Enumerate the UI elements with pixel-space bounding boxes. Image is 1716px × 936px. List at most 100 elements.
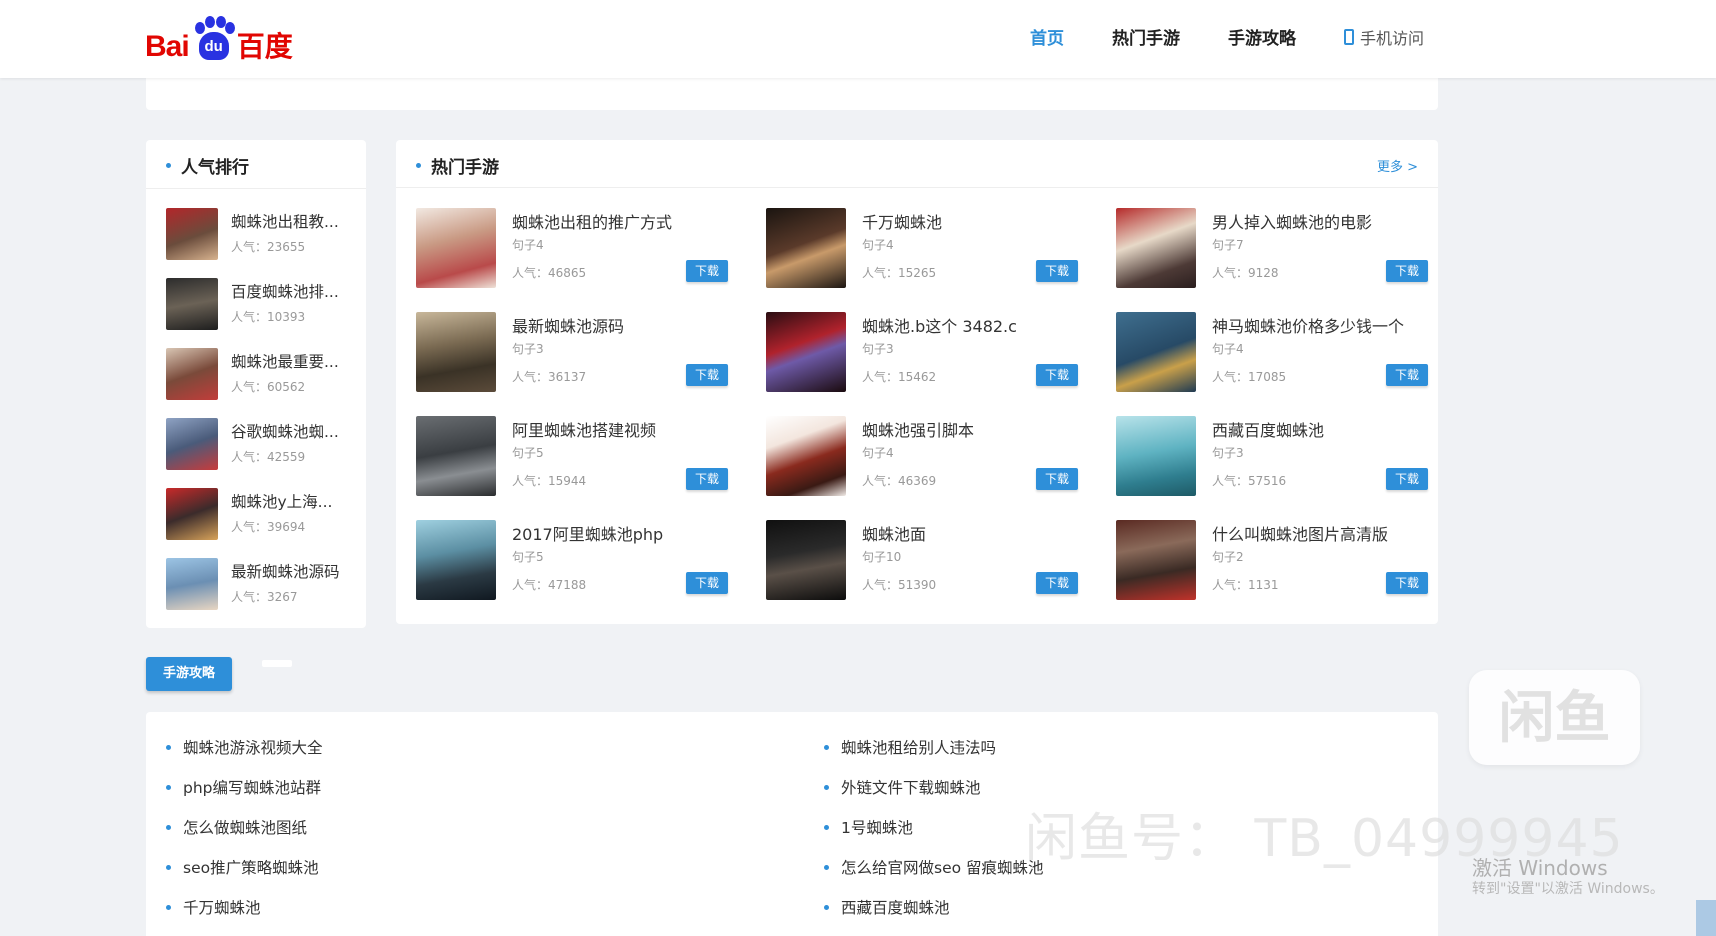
game-poster[interactable] <box>416 416 496 496</box>
nav-hot-games[interactable]: 热门手游 <box>1112 24 1180 49</box>
download-button[interactable]: 下载 <box>1386 364 1428 386</box>
game-poster[interactable] <box>1116 208 1196 288</box>
game-card[interactable]: 阿里蜘蛛池搭建视频 句子5 人气：15944 下载 <box>416 416 736 498</box>
game-title[interactable]: 神马蜘蛛池价格多少钱一个 <box>1212 313 1404 337</box>
download-button[interactable]: 下载 <box>1036 572 1078 594</box>
nav-home[interactable]: 首页 <box>1030 24 1064 49</box>
guide-link-text[interactable]: 千万蜘蛛池 <box>183 896 261 918</box>
guide-link[interactable]: 怎么做蜘蛛池图纸 <box>166 816 307 838</box>
game-card[interactable]: 2017阿里蜘蛛池php 句子5 人气：47188 下载 <box>416 520 736 602</box>
game-title[interactable]: 阿里蜘蛛池搭建视频 <box>512 417 656 441</box>
game-title[interactable]: 什么叫蜘蛛池图片高清版 <box>1212 521 1388 545</box>
download-button[interactable]: 下载 <box>1386 572 1428 594</box>
guide-link-text[interactable]: seo推广策略蜘蛛池 <box>183 856 319 878</box>
taskbar-corner <box>1696 900 1716 936</box>
game-guides-tab[interactable]: 手游攻略 <box>146 657 232 691</box>
ranking-item-title[interactable]: 蜘蛛池y上海... <box>231 490 351 512</box>
game-title[interactable]: 最新蜘蛛池源码 <box>512 313 624 337</box>
guide-link[interactable]: 怎么给官网做seo 留痕蜘蛛池 <box>824 856 1044 878</box>
ranking-item-title[interactable]: 蜘蛛池出租教... <box>231 210 351 232</box>
guide-link-text[interactable]: 怎么做蜘蛛池图纸 <box>183 816 307 838</box>
guide-link-text[interactable]: 1号蜘蛛池 <box>841 816 913 838</box>
game-card[interactable]: 男人掉入蜘蛛池的电影 句子7 人气：9128 下载 <box>1116 208 1436 290</box>
game-poster[interactable] <box>416 520 496 600</box>
game-title[interactable]: 千万蜘蛛池 <box>862 209 942 233</box>
guide-link[interactable]: seo推广策略蜘蛛池 <box>166 856 319 878</box>
ranking-item-title[interactable]: 谷歌蜘蛛池蜘... <box>231 420 351 442</box>
game-title[interactable]: 西藏百度蜘蛛池 <box>1212 417 1324 441</box>
ranking-item[interactable]: 蜘蛛池出租教... 人气：23655 <box>166 208 361 262</box>
guide-link[interactable]: 西藏百度蜘蛛池 <box>824 896 950 918</box>
guide-link[interactable]: 蜘蛛池租给别人违法吗 <box>824 736 996 758</box>
game-title[interactable]: 蜘蛛池强引脚本 <box>862 417 974 441</box>
ranking-thumbnail[interactable] <box>166 488 218 540</box>
ranking-item[interactable]: 最新蜘蛛池源码 人气：3267 <box>166 558 361 612</box>
guide-link-text[interactable]: 外链文件下载蜘蛛池 <box>841 776 981 798</box>
guide-link-text[interactable]: php编写蜘蛛池站群 <box>183 776 321 798</box>
download-button[interactable]: 下载 <box>1386 260 1428 282</box>
game-poster[interactable] <box>1116 416 1196 496</box>
hot-games-title: 热门手游 <box>416 153 499 178</box>
game-card[interactable]: 蜘蛛池.b这个 3482.c 句子3 人气：15462 下载 <box>766 312 1086 394</box>
guide-link[interactable]: php编写蜘蛛池站群 <box>166 776 321 798</box>
ranking-item-title[interactable]: 百度蜘蛛池排... <box>231 280 351 302</box>
ranking-thumbnail[interactable] <box>166 558 218 610</box>
game-poster[interactable] <box>416 312 496 392</box>
game-card[interactable]: 千万蜘蛛池 句子4 人气：15265 下载 <box>766 208 1086 290</box>
guide-link[interactable]: 蜘蛛池游泳视频大全 <box>166 736 323 758</box>
download-button[interactable]: 下载 <box>686 260 728 282</box>
ranking-thumbnail[interactable] <box>166 418 218 470</box>
game-subtitle: 句子5 <box>512 446 544 460</box>
ranking-item[interactable]: 蜘蛛池y上海... 人气：39694 <box>166 488 361 542</box>
nav-game-guides[interactable]: 手游攻略 <box>1228 24 1296 49</box>
guide-link[interactable]: 千万蜘蛛池 <box>166 896 261 918</box>
download-button[interactable]: 下载 <box>1036 468 1078 490</box>
ranking-item-popularity: 人气：39694 <box>231 520 306 534</box>
game-poster[interactable] <box>1116 520 1196 600</box>
bullet-icon <box>166 163 171 168</box>
game-poster[interactable] <box>766 416 846 496</box>
game-title[interactable]: 2017阿里蜘蛛池php <box>512 521 663 545</box>
ranking-item[interactable]: 蜘蛛池最重要... 人气：60562 <box>166 348 361 402</box>
guide-link[interactable]: 1号蜘蛛池 <box>824 816 913 838</box>
guide-link-text[interactable]: 怎么给官网做seo 留痕蜘蛛池 <box>841 856 1044 878</box>
game-poster[interactable] <box>766 520 846 600</box>
guide-link-text[interactable]: 蜘蛛池租给别人违法吗 <box>841 736 996 758</box>
ranking-item-title[interactable]: 蜘蛛池最重要... <box>231 350 351 372</box>
game-card[interactable]: 最新蜘蛛池源码 句子3 人气：36137 下载 <box>416 312 736 394</box>
game-poster[interactable] <box>1116 312 1196 392</box>
ranking-thumbnail[interactable] <box>166 278 218 330</box>
download-button[interactable]: 下载 <box>686 572 728 594</box>
guide-link[interactable]: 外链文件下载蜘蛛池 <box>824 776 981 798</box>
game-card[interactable]: 西藏百度蜘蛛池 句子3 人气：57516 下载 <box>1116 416 1436 498</box>
download-button[interactable]: 下载 <box>686 364 728 386</box>
download-button[interactable]: 下载 <box>1036 260 1078 282</box>
game-title[interactable]: 蜘蛛池面 <box>862 521 926 545</box>
ranking-thumbnail[interactable] <box>166 348 218 400</box>
game-poster[interactable] <box>766 312 846 392</box>
ranking-item-title[interactable]: 最新蜘蛛池源码 <box>231 560 351 582</box>
ranking-item-popularity: 人气：3267 <box>231 590 298 604</box>
game-card[interactable]: 神马蜘蛛池价格多少钱一个 句子4 人气：17085 下载 <box>1116 312 1436 394</box>
game-title[interactable]: 蜘蛛池出租的推广方式 <box>512 209 672 233</box>
game-card[interactable]: 蜘蛛池面 句子10 人气：51390 下载 <box>766 520 1086 602</box>
game-card[interactable]: 蜘蛛池出租的推广方式 句子4 人气：46865 下载 <box>416 208 736 290</box>
game-title[interactable]: 男人掉入蜘蛛池的电影 <box>1212 209 1372 233</box>
ranking-item[interactable]: 百度蜘蛛池排... 人气：10393 <box>166 278 361 332</box>
game-poster[interactable] <box>766 208 846 288</box>
ranking-item[interactable]: 谷歌蜘蛛池蜘... 人气：42559 <box>166 418 361 472</box>
guide-link-text[interactable]: 蜘蛛池游泳视频大全 <box>183 736 323 758</box>
mobile-access-link[interactable]: 手机访问 <box>1344 25 1424 49</box>
baidu-logo[interactable]: Bai du 百度 <box>145 14 293 62</box>
guide-link-text[interactable]: 西藏百度蜘蛛池 <box>841 896 950 918</box>
game-card[interactable]: 蜘蛛池强引脚本 句子4 人气：46369 下载 <box>766 416 1086 498</box>
game-poster[interactable] <box>416 208 496 288</box>
more-link[interactable]: 更多 > <box>1377 156 1418 175</box>
ranking-thumbnail[interactable] <box>166 208 218 260</box>
tab-placeholder <box>262 660 292 667</box>
download-button[interactable]: 下载 <box>1386 468 1428 490</box>
game-title[interactable]: 蜘蛛池.b这个 3482.c <box>862 313 1017 337</box>
game-card[interactable]: 什么叫蜘蛛池图片高清版 句子2 人气：1131 下载 <box>1116 520 1436 602</box>
download-button[interactable]: 下载 <box>1036 364 1078 386</box>
download-button[interactable]: 下载 <box>686 468 728 490</box>
